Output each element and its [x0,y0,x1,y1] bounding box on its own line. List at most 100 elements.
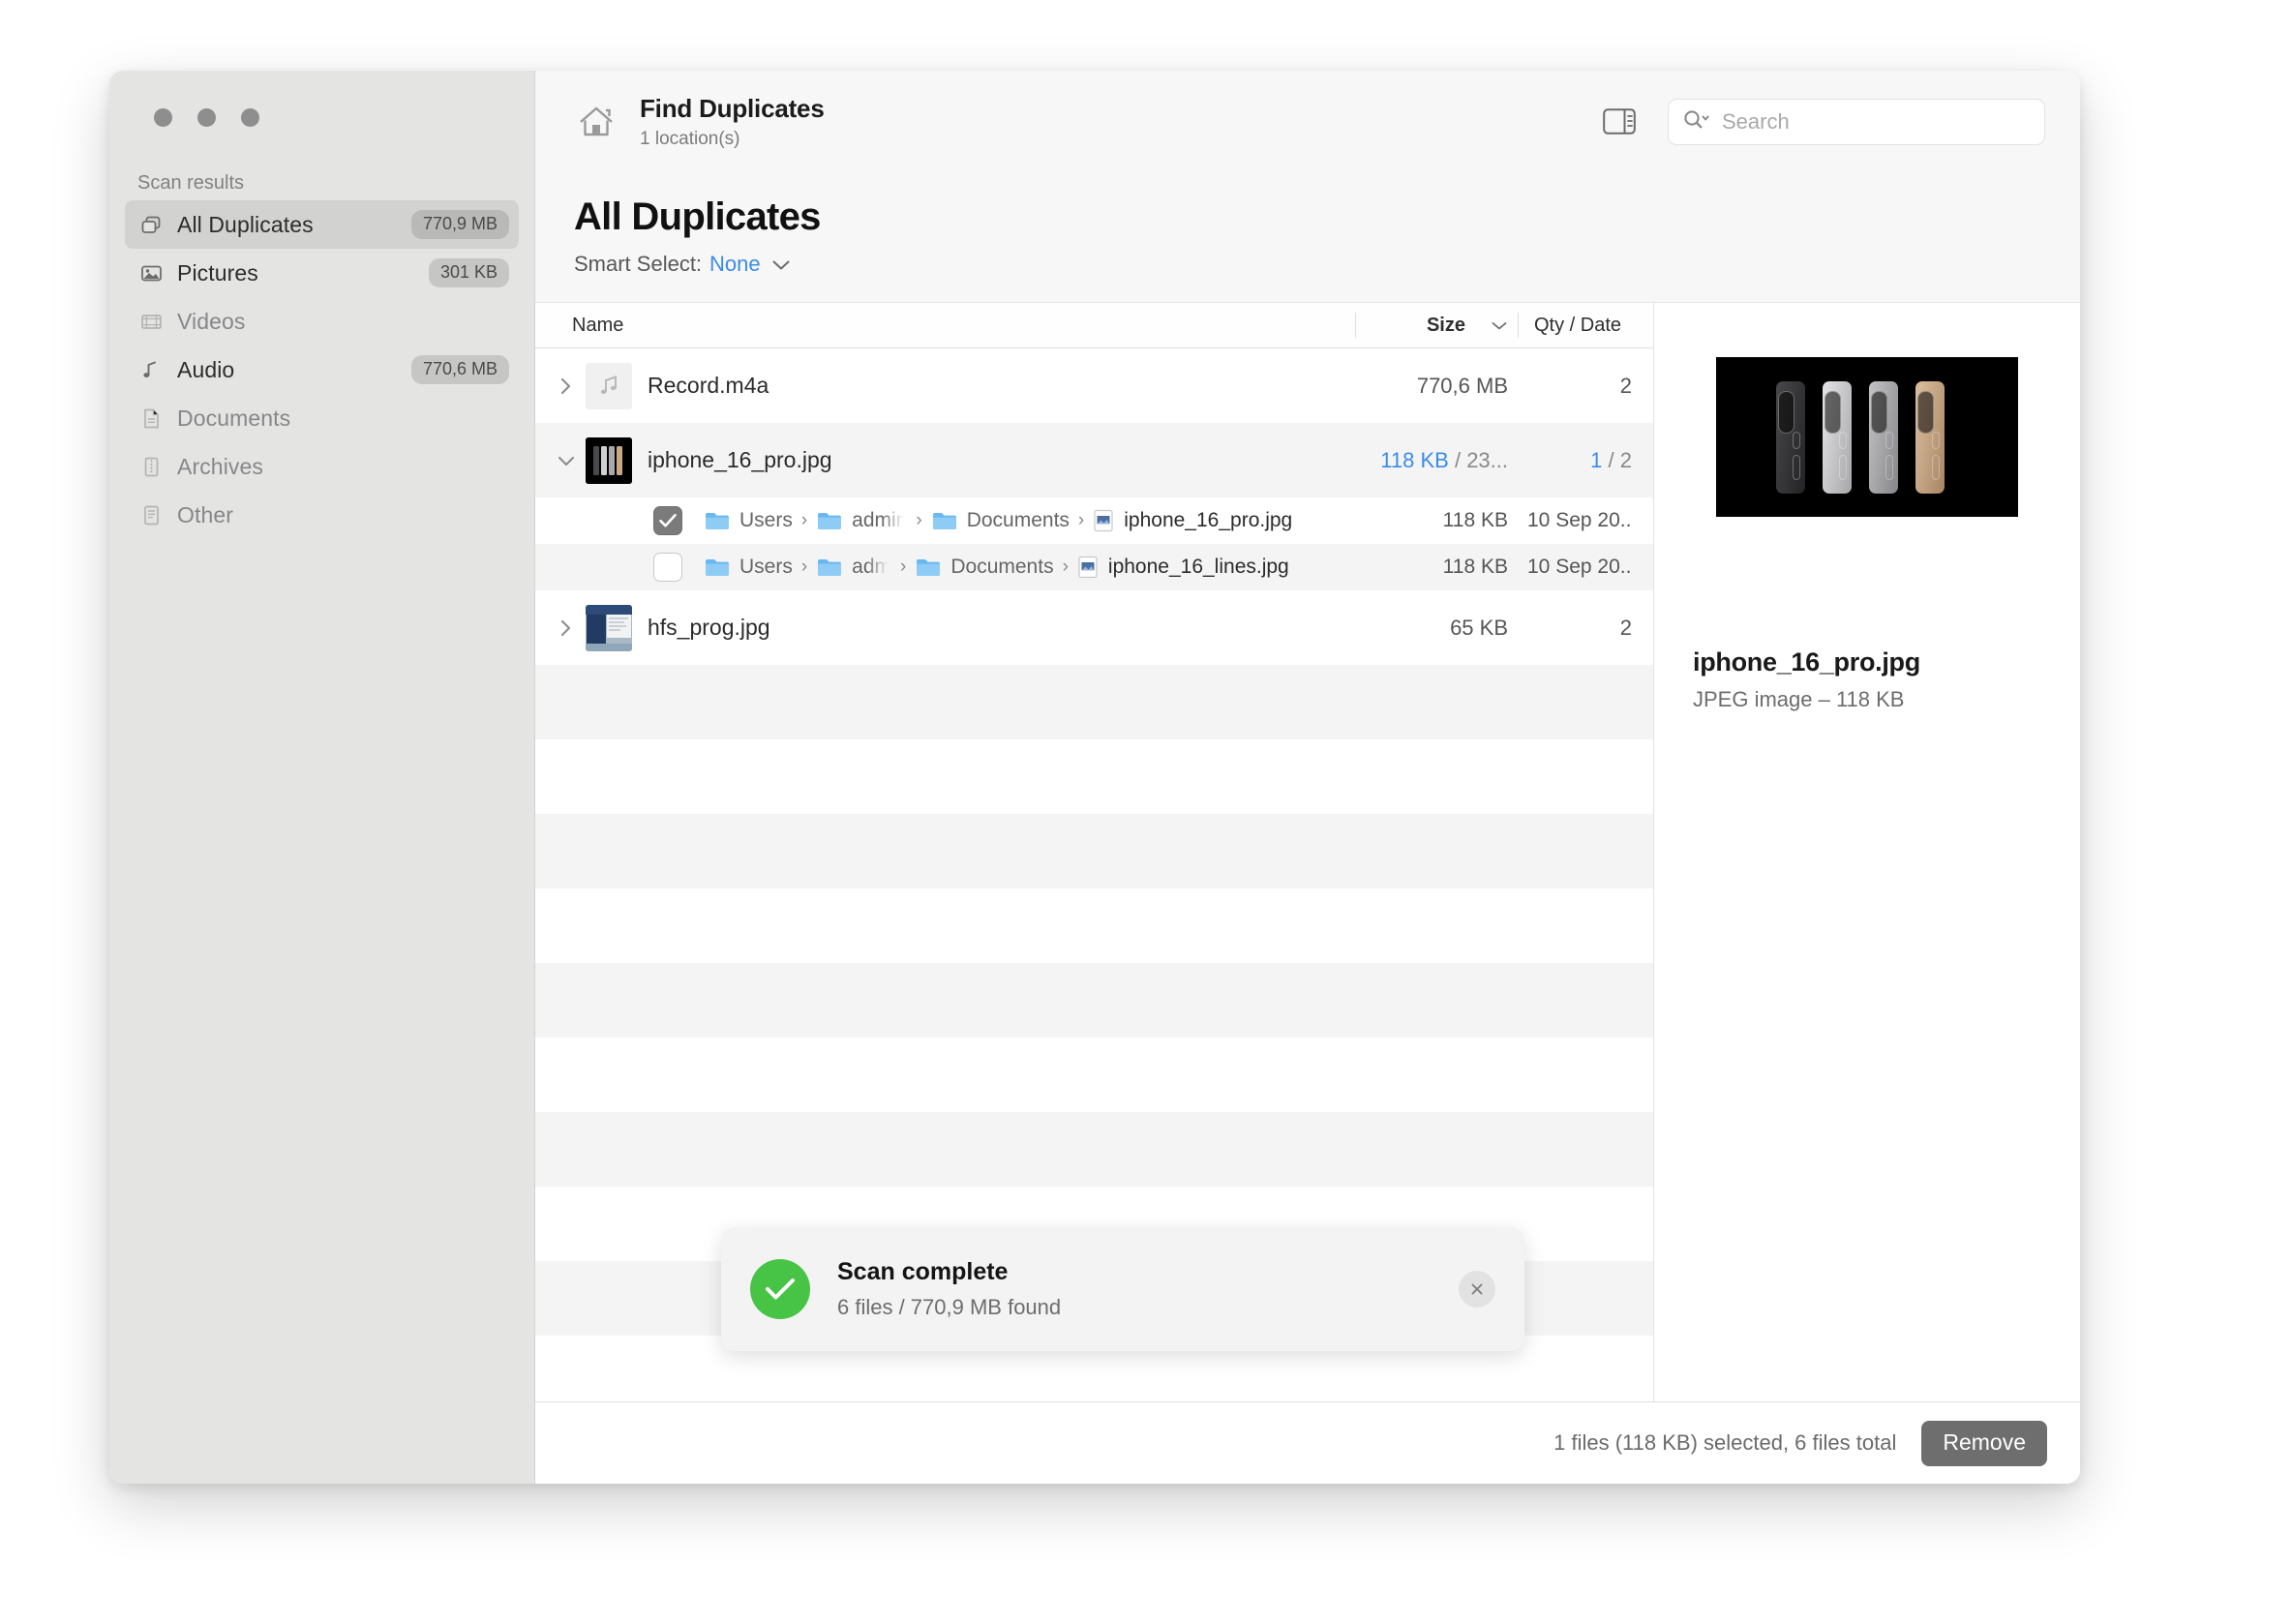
row-qty: 2 [1619,373,1632,398]
table-empty-row [535,814,1653,888]
jpeg-file-icon [1078,556,1098,579]
row-size: 770,6 MB [1416,373,1508,398]
disclosure-right-icon[interactable] [547,376,586,397]
audio-note-thumb [586,362,632,409]
scan-complete-toast: Scan complete 6 files / 770,9 MB found [721,1227,1524,1351]
status-text: 1 files (118 KB) selected, 6 files total [1553,1430,1897,1455]
toast-title: Scan complete [837,1258,1009,1285]
phone-profile [1915,381,1945,494]
row-qty-total: 2 [1619,447,1632,472]
iphone-photo-thumb [586,436,632,484]
folder-icon [932,513,956,529]
column-header-qty-date[interactable]: Qty / Date [1518,313,1653,338]
duplicates-icon [138,212,164,237]
table-empty-row [535,739,1653,814]
sidebar: Scan results All Duplicates 770,9 MB Pic… [109,71,535,1484]
minimize-window-button[interactable] [197,108,216,127]
phone-profile [1823,381,1852,494]
sidebar-item-label: All Duplicates [177,211,314,237]
path-chevron-icon: › [916,510,922,530]
folder-icon [706,513,729,529]
child-date: 10 Sep 20.. [1527,509,1632,531]
sidebar-item-badge: 301 KB [428,258,509,287]
child-size: 118 KB [1442,509,1508,531]
disclosure-down-icon[interactable] [547,453,586,468]
duplicate-child-row[interactable]: Users › adm › Documents › iphone_16_line… [535,544,1653,590]
preview-file-name: iphone_16_pro.jpg [1693,647,1920,677]
sidebar-item-archives[interactable]: Archives [125,442,519,491]
section-header: All Duplicates Smart Select: None [535,172,2080,303]
column-header-size-label: Size [1426,314,1465,336]
row-checkbox-unchecked[interactable] [653,553,682,582]
location-count: 1 location(s) [640,128,740,149]
sidebar-panel-toggle-icon[interactable] [1600,105,1639,138]
preview-image [1716,357,2018,517]
path-segment: Documents [915,556,1054,579]
phone-profile [1776,381,1805,494]
search-box[interactable] [1668,98,2045,145]
row-size-split: 118 KB / 23... [1355,448,1518,473]
smart-select-row[interactable]: Smart Select: None [574,252,2080,277]
sort-chevron-down-icon[interactable] [1491,320,1508,331]
table-empty-row [535,1038,1653,1112]
home-icon[interactable] [574,103,618,141]
close-icon[interactable] [1459,1271,1495,1308]
search-input[interactable] [1722,108,2031,135]
chevron-down-icon[interactable] [771,258,791,271]
sidebar-item-label: Other [177,501,234,527]
row-qty-selected: 1 [1590,447,1603,472]
table-empty-row [535,963,1653,1038]
toolbar: Find Duplicates 1 location(s) [535,71,2080,172]
row-checkbox-checked[interactable] [653,506,682,535]
toolbar-title-block: Find Duplicates 1 location(s) [640,94,1600,150]
path-segment-label: adm [852,556,892,578]
smart-select-value[interactable]: None [709,252,761,277]
search-icon[interactable] [1682,108,1711,135]
sidebar-item-badge: 770,6 MB [410,355,509,384]
table-row[interactable]: Record.m4a 770,6 MB 2 [535,348,1653,423]
row-size-selected: 118 KB [1380,447,1449,472]
column-header-name[interactable]: Name [535,315,1355,337]
toast-subtitle: 6 files / 770,9 MB found [837,1295,1062,1319]
remove-button[interactable]: Remove [1921,1420,2047,1466]
table-row[interactable]: hfs_prog.jpg 65 KB 2 [535,590,1653,665]
window-traffic-lights [109,71,534,127]
sidebar-item-label: Archives [177,453,263,479]
documents-icon [138,406,164,431]
screenshot-thumb [586,604,632,651]
table-row[interactable]: iphone_16_pro.jpg 118 KB / 23... 1 / 2 [535,423,1653,497]
path-segment: adm [816,556,891,579]
sidebar-item-all-duplicates[interactable]: All Duplicates 770,9 MB [125,200,519,249]
section-title: All Duplicates [574,195,821,238]
sidebar-section-label: Scan results [137,172,245,194]
path-segment: Users [704,556,793,579]
phone-profile [1869,381,1898,494]
duplicate-child-row[interactable]: Users › admin › Documents › iphone_16_pr… [535,497,1653,544]
path-segment-label: Documents [950,556,1054,578]
footer-status-bar: 1 files (118 KB) selected, 6 files total… [535,1401,2080,1484]
path-segment-label: Users [739,509,793,531]
path-chevron-icon: › [900,556,907,577]
column-header-size[interactable]: Size [1355,313,1518,338]
sidebar-item-videos[interactable]: Videos [125,297,519,346]
path-segment-label: Users [739,556,793,578]
sidebar-item-pictures[interactable]: Pictures 301 KB [125,249,519,297]
maximize-window-button[interactable] [241,108,259,127]
child-date: 10 Sep 20.. [1527,556,1632,578]
disclosure-right-icon[interactable] [547,617,586,639]
archives-icon [138,454,164,479]
sidebar-item-label: Audio [177,356,235,382]
preview-file-meta: JPEG image – 118 KB [1693,687,1905,711]
preview-panel: iphone_16_pro.jpg JPEG image – 118 KB [1654,303,2080,1401]
sidebar-item-documents[interactable]: Documents [125,394,519,442]
row-file-name: hfs_prog.jpg [648,615,770,640]
folder-icon [706,559,729,576]
file-path-breadcrumb: Users › adm › Documents › iphone_16_line… [704,556,1355,579]
path-chevron-icon: › [1077,510,1085,530]
success-check-icon [750,1259,810,1319]
row-file-name: iphone_16_pro.jpg [648,447,832,472]
close-window-button[interactable] [154,108,172,127]
path-file: iphone_16_pro.jpg [1093,509,1292,532]
sidebar-item-audio[interactable]: Audio 770,6 MB [125,346,519,394]
sidebar-item-other[interactable]: Other [125,491,519,539]
